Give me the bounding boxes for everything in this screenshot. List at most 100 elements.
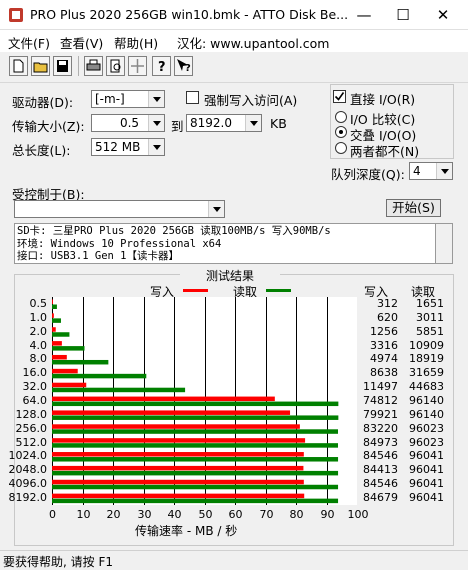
transfer-from-value: 0.5 [119,116,140,130]
total-length-select[interactable]: 512 MB [91,138,165,156]
write-value: 1256 [370,324,398,338]
force-write-checkbox[interactable] [186,91,199,104]
y-tick-label: 64.0 [22,394,48,407]
write-bar [52,438,306,443]
write-bar [52,327,56,332]
results-chart [52,297,357,505]
chevron-down-icon [148,115,164,131]
y-tick-label: 256.0 [15,421,48,435]
chevron-down-icon [245,115,261,131]
transfer-to-select[interactable]: 8192.0 [186,114,262,132]
read-bar [52,484,339,490]
write-bar [52,382,87,388]
read-bar [52,332,70,337]
x-tick-label: 80 [289,508,304,521]
read-bar [52,498,339,504]
write-value: 620 [377,310,398,324]
drive-value: [-m-] [95,92,125,106]
write-bar [52,313,54,318]
save-icon[interactable] [53,56,72,76]
drive-select[interactable]: [-m-] [91,90,165,108]
svg-text:?: ? [158,60,166,75]
read-bar [52,457,339,462]
write-value: 8638 [370,366,398,380]
write-value: 84546 [363,449,398,463]
chevron-down-icon [148,91,164,107]
x-tick-label: 60 [228,508,243,521]
read-bar [52,401,339,407]
read-bar [52,415,339,420]
y-tick-label: 8.0 [29,352,48,366]
description-scrollbar[interactable] [436,223,453,264]
read-value: 3011 [416,310,444,324]
read-value: 96041 [409,477,444,491]
y-tick-label: 1024.0 [8,449,48,463]
y-tick-label: 32.0 [22,380,48,394]
x-tick-label: 20 [106,508,121,521]
write-bar [52,493,305,499]
move-icon[interactable] [128,56,147,76]
overlapped-io-radio[interactable] [335,126,347,138]
read-bar [52,429,339,434]
description-textarea[interactable]: SD卡: 三星PRO Plus 2020 256GB 读取100MB/s 写入9… [14,223,436,264]
x-tick-label: 10 [76,508,91,521]
menu-help[interactable]: 帮助(H) [114,33,158,52]
direct-io-checkbox[interactable] [333,90,346,103]
read-bar [52,359,109,365]
open-folder-icon[interactable] [31,56,50,76]
write-value: 84546 [363,477,398,491]
write-bar [52,410,291,415]
start-button[interactable]: 开始(S) [386,199,441,217]
y-tick-label: 2.0 [29,324,48,338]
chevron-down-icon [208,201,224,217]
controlled-by-select[interactable] [14,200,225,218]
read-value: 1651 [416,296,444,310]
queue-depth-value: 4 [413,164,421,178]
neither-radio[interactable] [335,142,347,154]
read-bar [52,373,147,379]
print-icon[interactable] [84,56,103,76]
print-preview-icon[interactable] [106,56,125,76]
read-value: 5851 [416,324,444,338]
x-tick-label: 90 [320,508,335,521]
write-value: 3316 [370,338,398,352]
transfer-to-label: 到 [171,119,184,134]
help-icon[interactable]: ? [152,56,171,76]
write-value: 84679 [363,491,398,505]
menu-view[interactable]: 查看(V) [60,33,103,52]
write-legend-swatch [183,289,208,292]
queue-depth-select[interactable]: 4 [409,162,453,180]
write-bar [52,424,300,429]
force-write-label: 强制写入访问(A) [204,93,298,108]
x-tick-label: 0 [49,508,56,521]
write-bar [52,368,78,374]
menu-file[interactable]: 文件(F) [8,33,50,52]
read-value: 96023 [409,421,444,435]
write-value: 83220 [363,421,398,435]
write-value: 11497 [363,380,398,394]
close-button[interactable]: ✕ [423,0,463,30]
checkmark-icon [334,92,345,101]
minimize-button[interactable]: — [344,0,384,30]
queue-depth-label: 队列深度(Q): [331,167,405,182]
write-value: 84973 [363,435,398,449]
io-compare-radio[interactable] [335,111,347,123]
write-bar [52,396,275,402]
status-text: 要获得帮助, 请按 F1 [3,555,113,569]
maximize-button[interactable]: ☐ [383,0,423,30]
x-tick-label: 40 [167,508,182,521]
total-length-value: 512 MB [95,140,141,154]
read-bar [52,318,61,323]
transfer-from-select[interactable]: 0.5 [91,114,165,132]
context-help-icon[interactable]: ? [174,56,193,76]
y-tick-label: 16.0 [22,366,48,380]
read-bar [52,387,186,393]
write-bar [52,452,304,457]
read-bar [52,304,57,309]
neither-label: 两者都不(N) [350,144,420,159]
new-file-icon[interactable] [9,56,28,76]
write-bar [52,479,304,485]
read-value: 18919 [409,352,444,366]
y-tick-label: 512.0 [15,435,48,449]
y-tick-label: 0.5 [29,296,48,310]
